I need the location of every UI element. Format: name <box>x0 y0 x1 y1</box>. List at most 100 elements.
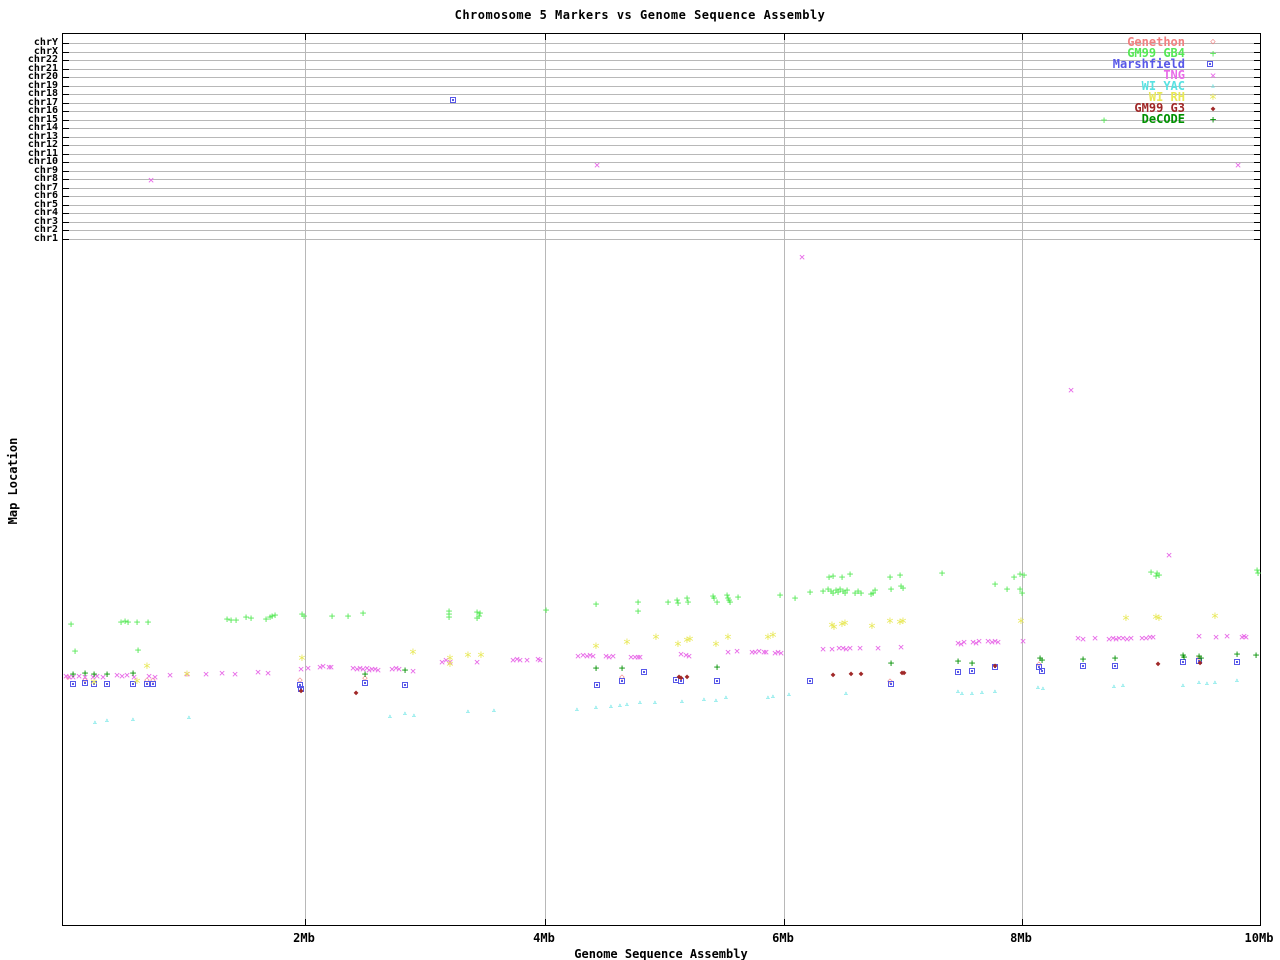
chromosome-gridline <box>63 213 1260 214</box>
chromosome-label: chr5 <box>33 198 58 210</box>
axis-tick-left <box>63 187 69 189</box>
chromosome-gridline <box>63 153 1260 155</box>
axis-tick-bottom <box>545 919 546 925</box>
chromosome-gridline <box>63 196 1260 197</box>
axis-tick-left <box>63 94 69 95</box>
axis-tick-right <box>1254 179 1260 180</box>
chromosome-label: chr21 <box>27 62 58 74</box>
chromosome-gridline <box>63 187 1260 189</box>
axis-tick-left <box>63 162 69 163</box>
chromosome-gridline <box>63 238 1260 240</box>
plot-area <box>62 33 1261 926</box>
chromosome-label: chr15 <box>27 113 58 125</box>
chromosome-gridline <box>63 102 1260 104</box>
chromosome-gridline <box>63 77 1260 78</box>
chromosome-label: chr20 <box>27 71 58 82</box>
axis-tick-right <box>1254 230 1260 231</box>
plot-canvas: Chromosome 5 Markers vs Genome Sequence … <box>0 0 1280 960</box>
chromosome-label: chr13 <box>27 130 58 142</box>
chromosome-gridline <box>63 204 1260 206</box>
x-tick-label: 8Mb <box>1010 931 1032 945</box>
axis-tick-right <box>1254 128 1260 129</box>
x-tick-label: 2Mb <box>293 931 315 945</box>
chromosome-label: chr9 <box>33 164 58 176</box>
chromosome-gridline <box>63 94 1260 95</box>
axis-tick-left <box>63 119 69 121</box>
chromosome-label: chr17 <box>27 96 58 108</box>
axis-tick-bottom <box>1022 919 1023 925</box>
chromosome-label: chr22 <box>27 54 58 65</box>
axis-tick-left <box>63 196 69 197</box>
axis-tick-left <box>63 238 69 240</box>
x-axis-label: Genome Sequence Assembly <box>574 947 748 960</box>
chromosome-label: chr6 <box>33 190 58 201</box>
chromosome-gridline <box>63 179 1260 180</box>
x-tick-label: 4Mb <box>533 931 555 945</box>
mb-gridline <box>305 34 306 925</box>
chromosome-label: chr10 <box>27 156 58 167</box>
axis-tick-right <box>1254 221 1260 223</box>
chromosome-gridline <box>63 136 1260 138</box>
axis-tick-left <box>63 153 69 155</box>
axis-tick-right <box>1254 111 1260 112</box>
axis-tick-right <box>1254 145 1260 146</box>
axis-tick-right <box>1254 213 1260 214</box>
axis-tick-bottom <box>305 919 306 925</box>
axis-tick-right <box>1254 238 1260 240</box>
axis-tick-right <box>1254 170 1260 172</box>
chromosome-gridline <box>63 221 1260 223</box>
chromosome-label: chr4 <box>33 207 58 218</box>
axis-tick-right <box>1254 187 1260 189</box>
chromosome-label: chr11 <box>27 147 58 159</box>
axis-tick-right <box>1254 153 1260 155</box>
axis-tick-top <box>545 34 546 40</box>
chromosome-gridline <box>63 43 1260 44</box>
axis-tick-left <box>63 60 69 61</box>
x-tick-label: 10Mb <box>1244 931 1274 945</box>
chromosome-label: chr7 <box>33 181 58 193</box>
chromosome-gridline <box>63 119 1260 121</box>
chromosome-label: chr14 <box>27 122 58 133</box>
chromosome-label: chr3 <box>33 215 58 227</box>
y-axis-label: Map Location <box>6 437 20 525</box>
axis-tick-right <box>1254 204 1260 206</box>
chromosome-label: chr8 <box>33 173 58 184</box>
axis-tick-right <box>1254 94 1260 95</box>
chromosome-label: chr12 <box>27 139 58 150</box>
chromosome-gridline <box>63 170 1260 172</box>
axis-tick-right <box>1254 196 1260 197</box>
mb-gridline <box>1022 34 1023 925</box>
chromosome-gridline <box>63 60 1260 61</box>
x-tick-label: 6Mb <box>772 931 794 945</box>
axis-tick-left <box>63 102 69 104</box>
axis-tick-left <box>63 85 69 87</box>
axis-tick-left <box>63 68 69 70</box>
axis-tick-left <box>63 136 69 138</box>
axis-tick-left <box>63 128 69 129</box>
chromosome-label: chr1 <box>33 232 58 244</box>
chromosome-gridline <box>63 51 1260 53</box>
axis-tick-right <box>1254 43 1260 44</box>
chromosome-gridline <box>63 162 1260 163</box>
axis-tick-right <box>1254 162 1260 163</box>
chromosome-label: chrY <box>33 37 58 48</box>
axis-tick-left <box>63 179 69 180</box>
axis-tick-bottom <box>784 919 785 925</box>
chromosome-gridline <box>63 230 1260 231</box>
axis-tick-top <box>1022 34 1023 40</box>
axis-tick-left <box>63 43 69 44</box>
axis-tick-left <box>63 77 69 78</box>
axis-tick-right <box>1254 60 1260 61</box>
chromosome-label: chr2 <box>33 224 58 235</box>
chromosome-gridline <box>63 111 1260 112</box>
chromosome-label: chrX <box>33 45 58 57</box>
axis-tick-left <box>63 221 69 223</box>
axis-tick-left <box>63 170 69 172</box>
axis-tick-right <box>1254 77 1260 78</box>
chromosome-gridline <box>63 128 1260 129</box>
axis-tick-right <box>1254 102 1260 104</box>
mb-gridline <box>784 34 785 925</box>
axis-tick-right <box>1254 136 1260 138</box>
chart-title: Chromosome 5 Markers vs Genome Sequence … <box>454 8 826 22</box>
chromosome-gridline <box>63 145 1260 146</box>
